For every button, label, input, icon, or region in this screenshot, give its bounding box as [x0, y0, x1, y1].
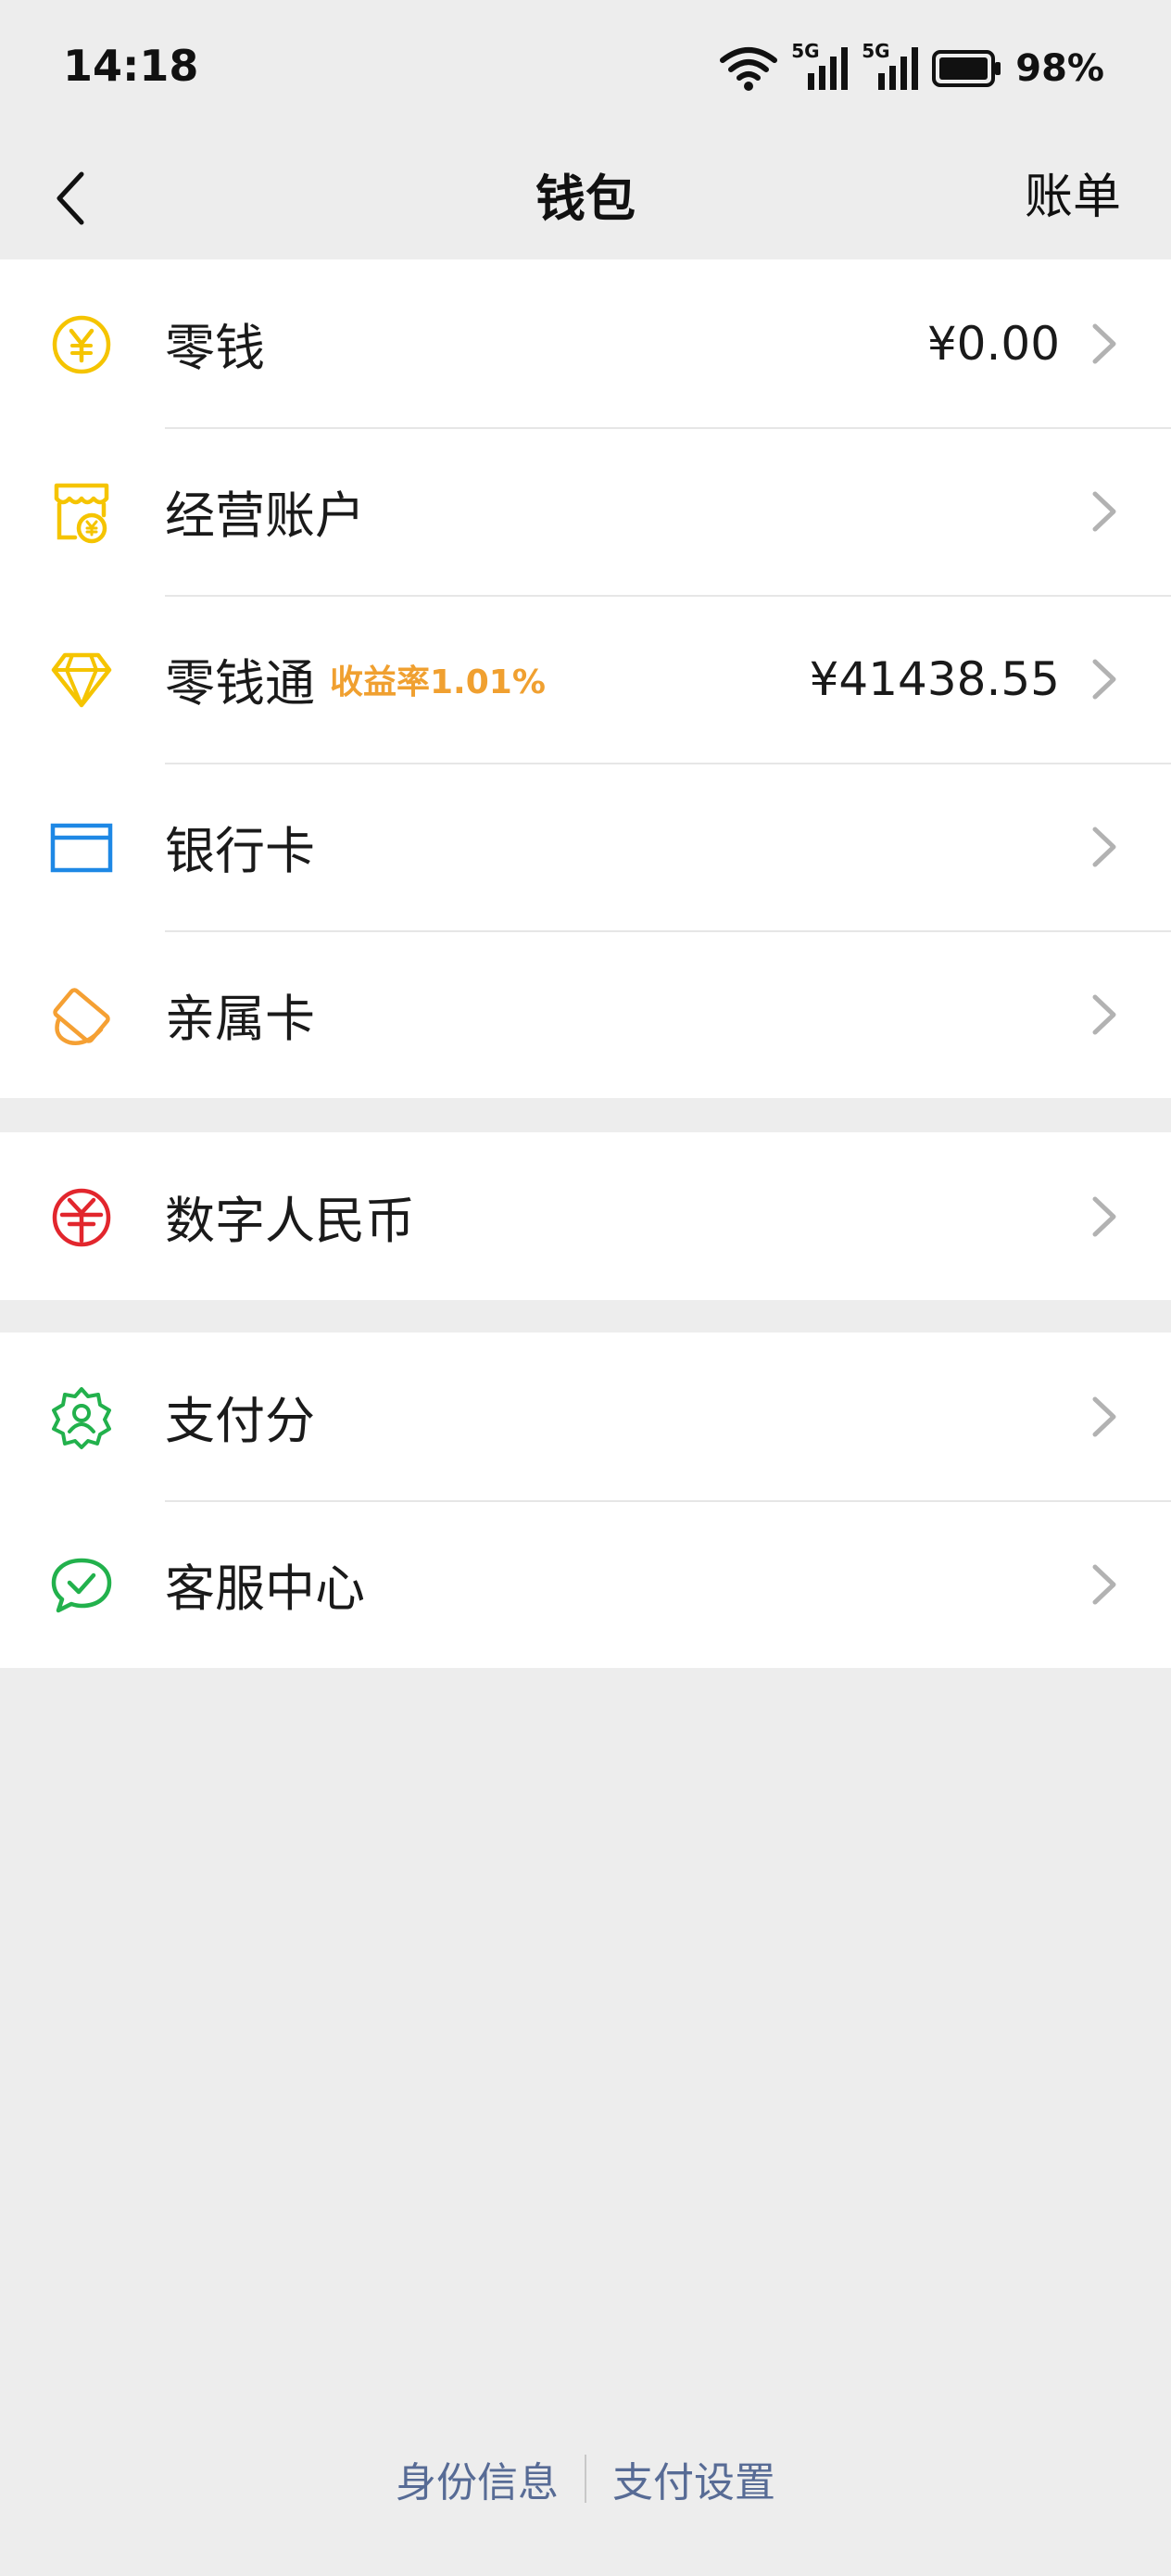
balance-value: ¥0.00	[926, 316, 1060, 371]
cellular-signal-1: 5G	[791, 40, 849, 92]
page-title: 钱包	[535, 170, 636, 228]
list-item-business-account[interactable]: 经营账户	[0, 427, 1171, 595]
customer-service-icon	[48, 1552, 115, 1619]
chevron-right-icon	[1092, 994, 1116, 1035]
chevron-right-icon	[1092, 1564, 1116, 1605]
bill-button[interactable]: 账单	[1025, 158, 1121, 227]
yield-rate-badge: 收益率1.01%	[330, 663, 546, 701]
list-item-label: 银行卡	[165, 822, 315, 880]
list-item-family-card[interactable]: 亲属卡	[0, 930, 1171, 1098]
identity-info-link[interactable]: 身份信息	[396, 2449, 559, 2508]
signal-icon	[878, 47, 919, 90]
lingqiantong-value: ¥41438.55	[809, 651, 1060, 706]
nav-bar: 钱包 账单	[0, 139, 1171, 259]
wifi-icon	[720, 47, 778, 91]
diamond-icon	[48, 647, 115, 713]
chevron-right-icon	[1092, 491, 1116, 532]
list-item-label: 数字人民币	[165, 1192, 415, 1250]
list-item-lingqiantong[interactable]: 零钱通 收益率1.01% ¥41438.55	[0, 595, 1171, 763]
pay-score-icon	[48, 1384, 115, 1451]
payment-settings-link[interactable]: 支付设置	[612, 2449, 775, 2508]
list-item-label: 客服中心	[165, 1559, 365, 1618]
chevron-right-icon	[1092, 323, 1116, 364]
bank-card-icon	[48, 814, 115, 881]
list-item-title: 零钱通	[165, 654, 315, 713]
battery-percentage: 98%	[1015, 47, 1104, 90]
chevron-right-icon	[1092, 659, 1116, 700]
list-item-label: 支付分	[165, 1392, 315, 1450]
list-item-label: 亲属卡	[165, 990, 315, 1048]
list-item-digital-rmb[interactable]: 数字人民币	[0, 1132, 1171, 1300]
status-time: 14:18	[63, 41, 199, 91]
list-item-bank-card[interactable]: 银行卡	[0, 763, 1171, 930]
cellular-signal-2: 5G	[862, 40, 919, 92]
footer-divider	[585, 2455, 586, 2503]
chevron-right-icon	[1092, 827, 1116, 867]
wallet-group-digital-rmb: 数字人民币	[0, 1132, 1171, 1300]
chevron-right-icon	[1092, 1396, 1116, 1437]
status-icons: 5G 5G 98%	[719, 40, 1104, 96]
list-item-label: 零钱	[165, 319, 265, 377]
chevron-right-icon	[1092, 1196, 1116, 1237]
wallet-group-main: 零钱 ¥0.00 经营账户 零钱通 收益率1.01% ¥41438.55 银行卡…	[0, 259, 1171, 1098]
yuan-coin-icon	[48, 311, 115, 378]
list-item-label: 零钱通 收益率1.01%	[165, 595, 546, 763]
shop-icon	[48, 479, 115, 546]
battery-icon	[932, 50, 1001, 87]
wallet-group-services: 支付分 客服中心	[0, 1332, 1171, 1668]
list-item-label: 经营账户	[165, 486, 365, 545]
list-item-pay-score[interactable]: 支付分	[0, 1332, 1171, 1500]
list-item-balance[interactable]: 零钱 ¥0.00	[0, 259, 1171, 427]
signal-icon	[808, 47, 849, 90]
family-card-icon	[48, 982, 115, 1049]
footer-links: 身份信息 支付设置	[0, 2446, 1171, 2511]
status-bar: 14:18 5G 5G 98%	[0, 0, 1171, 139]
list-item-customer-service[interactable]: 客服中心	[0, 1500, 1171, 1668]
digital-rmb-icon	[48, 1184, 115, 1251]
